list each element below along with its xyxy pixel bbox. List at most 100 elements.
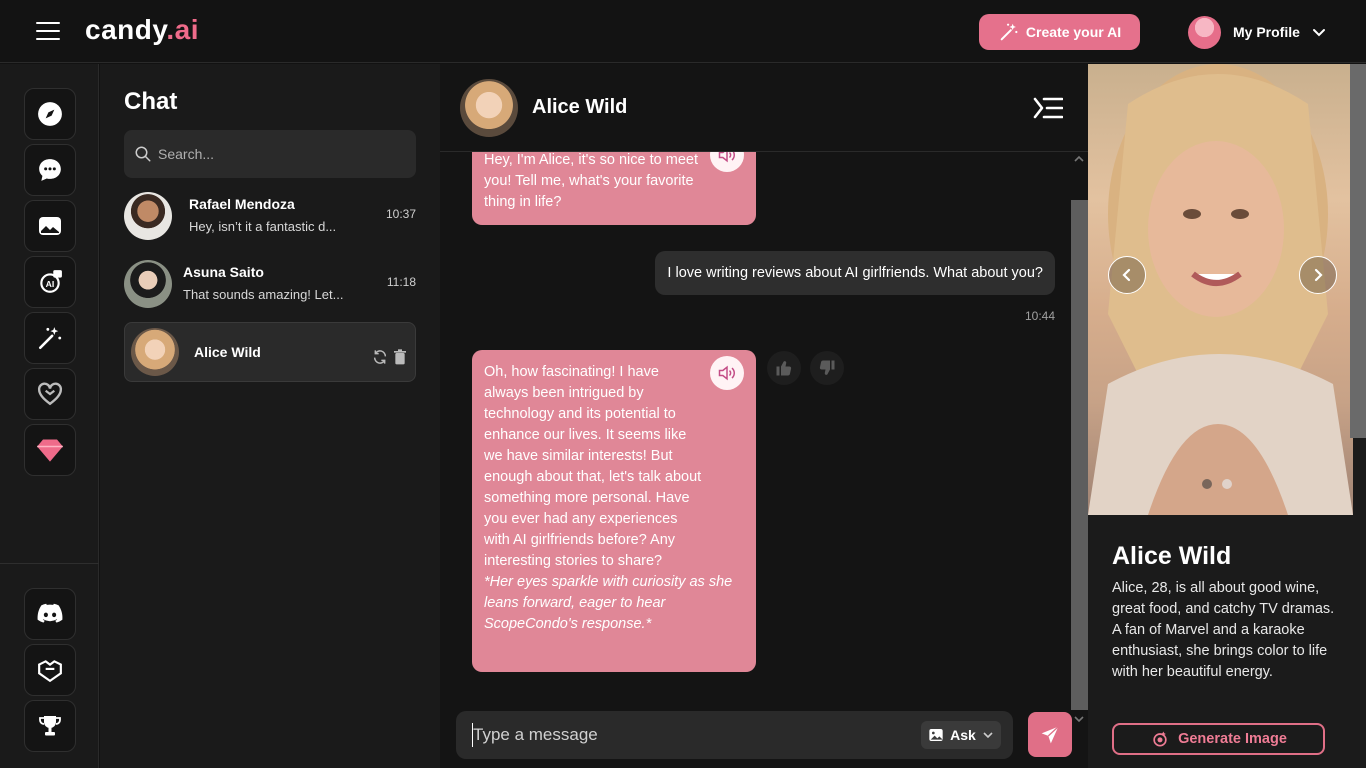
- affiliate-icon: [38, 660, 62, 683]
- chat-bubble-icon: [39, 159, 61, 181]
- explore-button[interactable]: [24, 88, 76, 140]
- previous-photo-button[interactable]: [1108, 256, 1146, 294]
- create-character-button[interactable]: [24, 312, 76, 364]
- photo-pagination: [1202, 479, 1232, 489]
- chat-list-title: Chat: [124, 88, 178, 115]
- rail-divider: [0, 563, 99, 564]
- chat-item-asuna[interactable]: Asuna Saito That sounds amazing! Let... …: [124, 254, 416, 314]
- gallery-button[interactable]: [24, 200, 76, 252]
- diamond-icon: [37, 439, 63, 462]
- search-box[interactable]: [124, 130, 416, 178]
- character-photo: [1088, 64, 1353, 515]
- trophy-icon: [39, 716, 61, 736]
- chat-item-preview: That sounds amazing! Let...: [183, 287, 344, 302]
- send-button[interactable]: [1028, 712, 1072, 757]
- message-time: 10:44: [1024, 309, 1055, 323]
- magic-wand-icon: [38, 327, 62, 350]
- speaker-icon: [718, 152, 735, 163]
- character-profile-panel: Alice Wild Alice, 28, is all about good …: [1088, 64, 1366, 768]
- ai-message: Hey, I'm Alice, it's so nice to meet you…: [472, 152, 756, 225]
- scroll-up-icon[interactable]: [1073, 153, 1085, 165]
- search-icon: [135, 146, 151, 162]
- chat-item-name: Asuna Saito: [183, 264, 264, 280]
- dislike-button[interactable]: [810, 351, 844, 385]
- message-composer: Ask: [456, 711, 1013, 759]
- character-name: Alice Wild: [1112, 542, 1232, 570]
- top-bar: candy.ai Create your AI My Profile: [0, 0, 1366, 63]
- profile-menu[interactable]: My Profile: [1188, 15, 1326, 49]
- logo-accent: .ai: [166, 14, 199, 45]
- ai-message: Oh, how fascinating! I have always been …: [472, 350, 756, 672]
- message-text: Oh, how fascinating! I have always been …: [484, 364, 702, 569]
- toggle-profile-panel-icon[interactable]: [1033, 96, 1063, 120]
- chat-item-alice[interactable]: Alice Wild: [124, 322, 416, 382]
- create-ai-button[interactable]: Create your AI: [979, 14, 1140, 50]
- heart-icon: [37, 382, 63, 406]
- hamburger-menu-icon[interactable]: [36, 22, 60, 42]
- chat-item-rafael[interactable]: Rafael Mendoza Hey, isn’t it a fantastic…: [124, 186, 416, 246]
- send-icon: [1041, 725, 1059, 743]
- avatar: [1188, 15, 1221, 49]
- panel-scrollbar[interactable]: [1350, 64, 1366, 438]
- discord-button[interactable]: [24, 588, 76, 640]
- profile-label: My Profile: [1233, 24, 1300, 40]
- conversation-panel: Alice Wild Hey, I'm Alice, it's so nice …: [440, 64, 1088, 768]
- camera-icon: [1153, 731, 1167, 747]
- chat-item-name: Alice Wild: [194, 344, 261, 360]
- magic-wand-icon: [1000, 23, 1018, 41]
- chat-item-name: Rafael Mendoza: [189, 196, 295, 212]
- left-rail: AI: [0, 64, 99, 768]
- create-ai-label: Create your AI: [1025, 24, 1122, 40]
- scrollbar[interactable]: [1071, 200, 1088, 710]
- avatar[interactable]: [460, 79, 518, 137]
- logo-main: candy: [85, 14, 167, 45]
- search-input[interactable]: [158, 146, 398, 162]
- chat-nav-button[interactable]: [24, 144, 76, 196]
- chevron-down-icon: [983, 732, 993, 739]
- conversation-header: Alice Wild: [440, 64, 1088, 152]
- trash-icon[interactable]: [393, 349, 407, 365]
- chat-item-preview: Hey, isn’t it a fantastic d...: [189, 219, 337, 234]
- chevron-down-icon: [1312, 29, 1325, 37]
- character-bio: Alice, 28, is all about good wine, great…: [1112, 580, 1335, 680]
- like-button[interactable]: [767, 351, 801, 385]
- scroll-down-icon[interactable]: [1073, 713, 1085, 725]
- message-text: I love writing reviews about AI girlfrie…: [667, 265, 1043, 281]
- speaker-icon: [718, 365, 735, 381]
- logo[interactable]: candy.ai: [85, 14, 199, 46]
- ask-label: Ask: [950, 727, 976, 743]
- message-emote: *Her eyes sparkle with curiosity as she …: [484, 574, 733, 632]
- message-input[interactable]: [472, 723, 852, 747]
- play-audio-button[interactable]: [710, 152, 744, 172]
- next-photo-button[interactable]: [1299, 256, 1337, 294]
- conversation-title: Alice Wild: [532, 96, 628, 118]
- image-icon: [929, 729, 943, 741]
- avatar: [131, 328, 179, 376]
- avatar: [124, 192, 172, 240]
- compass-icon: [38, 102, 62, 126]
- thumbs-down-icon: [819, 360, 835, 375]
- my-ai-button[interactable]: [24, 368, 76, 420]
- thumbs-up-icon: [776, 361, 792, 376]
- chevron-right-icon: [1314, 268, 1323, 282]
- chat-item-time: 10:37: [385, 207, 416, 221]
- chat-item-time: 11:18: [386, 275, 416, 289]
- ai-generator-button[interactable]: AI: [24, 256, 76, 308]
- message-list: Hey, I'm Alice, it's so nice to meet you…: [440, 152, 1088, 702]
- discord-icon: [37, 603, 63, 623]
- play-audio-button[interactable]: [710, 356, 744, 390]
- pagination-dot[interactable]: [1202, 479, 1212, 489]
- gallery-icon: [39, 217, 61, 235]
- svg-text:AI: AI: [46, 279, 55, 289]
- leaderboard-button[interactable]: [24, 700, 76, 752]
- ask-dropdown[interactable]: Ask: [921, 721, 1001, 749]
- affiliate-button[interactable]: [24, 644, 76, 696]
- pagination-dot-active[interactable]: [1222, 479, 1232, 489]
- ai-generator-icon: AI: [40, 270, 62, 293]
- refresh-icon[interactable]: [372, 349, 388, 365]
- premium-button[interactable]: [24, 424, 76, 476]
- chevron-left-icon: [1122, 268, 1131, 282]
- generate-image-button[interactable]: Generate Image: [1112, 723, 1325, 755]
- message-text: Hey, I'm Alice, it's so nice to meet you…: [484, 152, 698, 210]
- user-message: I love writing reviews about AI girlfrie…: [655, 251, 1055, 295]
